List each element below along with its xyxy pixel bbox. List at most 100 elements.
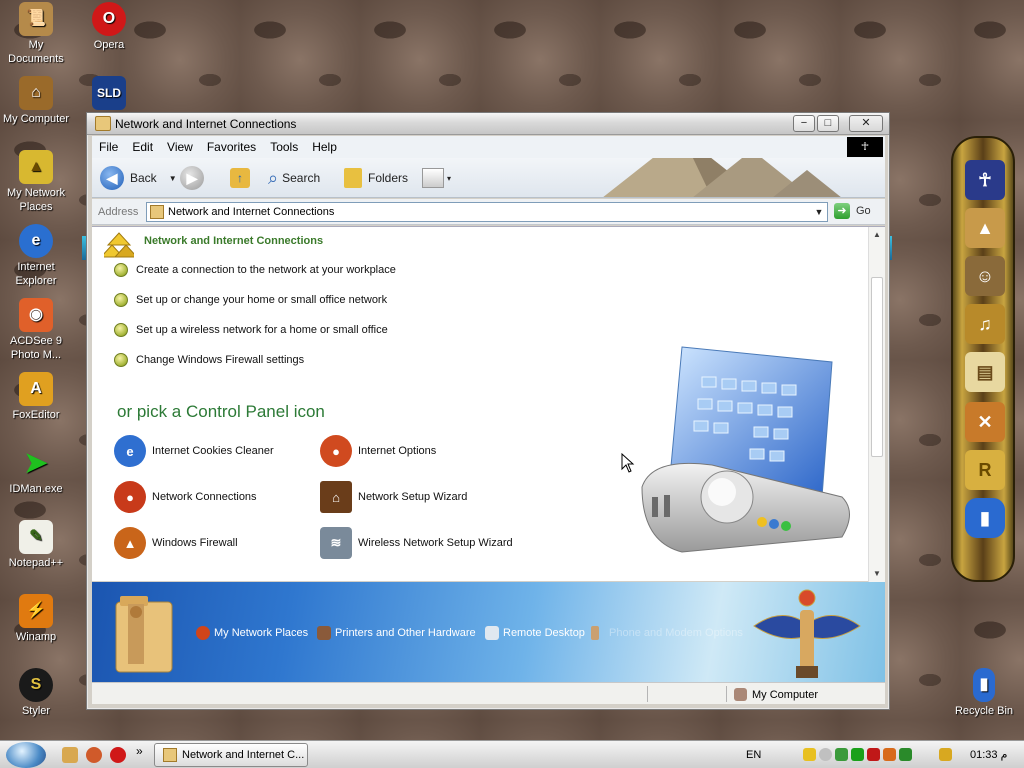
styler-icon: S <box>19 668 53 702</box>
desktop-icon-idman[interactable]: ➤ IDMan.exe <box>0 446 72 496</box>
desktop-icon-label: Styler <box>21 705 51 717</box>
cp-icon-windows-firewall[interactable]: ▲ Windows Firewall <box>114 527 238 559</box>
desktop-icon-label: Recycle Bin <box>954 705 1014 717</box>
tray-antivirus-icon[interactable] <box>867 748 880 761</box>
dock-recycle-icon[interactable]: ▮ <box>965 498 1005 538</box>
address-field[interactable]: Network and Internet Connections ▼ <box>146 202 828 222</box>
desktop-icon-label: ACDSee 9 Photo M... <box>10 335 62 361</box>
search-button[interactable]: ⌕ Search <box>268 165 320 191</box>
windows-throbber-icon: ☥ <box>847 137 883 157</box>
dock-book-icon[interactable]: ▤ <box>965 352 1005 392</box>
cp-icon-network-connections[interactable]: ● Network Connections <box>114 481 257 513</box>
language-indicator[interactable]: EN <box>746 749 761 761</box>
address-dropdown-icon[interactable]: ▼ <box>811 203 827 221</box>
tray-shield-icon[interactable] <box>803 748 816 761</box>
task-label: Set up a wireless network for a home or … <box>136 324 388 336</box>
see-also-my-network-places[interactable]: My Network Places <box>196 626 308 640</box>
tray-download-icon[interactable] <box>883 748 896 761</box>
task-bullet-icon <box>114 323 128 337</box>
see-also-printers-hardware[interactable]: Printers and Other Hardware <box>317 626 476 640</box>
task-link[interactable]: Set up or change your home or small offi… <box>114 293 387 307</box>
forward-arrow-icon: ▶ <box>180 166 204 190</box>
desktop-icon-opera[interactable]: O Opera <box>73 2 145 52</box>
scroll-up-icon[interactable]: ▲ <box>869 227 885 243</box>
menu-favorites[interactable]: Favorites <box>200 136 263 154</box>
tray-play-icon[interactable] <box>851 748 864 761</box>
desktop-icon-winamp[interactable]: ⚡ Winamp <box>0 594 72 644</box>
pharaoh-folder-illustration <box>115 596 173 673</box>
scroll-thumb[interactable] <box>871 277 883 457</box>
clock[interactable]: 01:33 م <box>970 748 1007 761</box>
up-folder-button[interactable]: ↑ <box>230 165 250 191</box>
status-zone: My Computer <box>734 688 818 701</box>
dock-scribe-icon[interactable]: ☺ <box>965 256 1005 296</box>
taskbar-window-button[interactable]: Network and Internet C... <box>154 743 308 767</box>
back-dropdown-icon[interactable]: ▼ <box>169 174 177 183</box>
close-button[interactable]: ✕ <box>849 115 883 132</box>
quicklaunch-chevron[interactable]: » <box>136 744 143 758</box>
pyramids-decoration <box>603 158 841 197</box>
tray-pen-icon[interactable] <box>939 748 952 761</box>
maximize-button[interactable]: □ <box>817 115 839 132</box>
cp-icon-wireless-network-setup-wizard[interactable]: ≋ Wireless Network Setup Wizard <box>320 527 513 559</box>
mouse-cursor-icon <box>621 453 635 473</box>
start-button[interactable] <box>6 742 46 768</box>
menu-edit[interactable]: Edit <box>125 136 160 154</box>
remote-desktop-icon <box>485 626 499 640</box>
task-link[interactable]: Create a connection to the network at yo… <box>114 263 396 277</box>
menu-view[interactable]: View <box>160 136 200 154</box>
desktop-icon-styler[interactable]: S Styler <box>0 668 72 718</box>
task-link[interactable]: Set up a wireless network for a home or … <box>114 323 388 337</box>
go-button[interactable]: ➜ Go <box>834 203 871 219</box>
forward-button[interactable]: ▶ <box>180 165 210 191</box>
cp-label: Windows Firewall <box>152 537 238 549</box>
up-folder-icon: ↑ <box>230 168 250 188</box>
quicklaunch-firefox-icon[interactable] <box>86 747 102 763</box>
go-arrow-icon: ➜ <box>834 203 850 219</box>
desktop-icon-acdsee[interactable]: ◉ ACDSee 9 Photo M... <box>0 298 72 362</box>
task-link[interactable]: Change Windows Firewall settings <box>114 353 304 367</box>
desktop-icon-internet-explorer[interactable]: e Internet Explorer <box>0 224 72 288</box>
pick-icon-heading: or pick a Control Panel icon <box>117 402 325 421</box>
quicklaunch-opera-icon[interactable] <box>110 747 126 763</box>
see-also-remote-desktop[interactable]: Remote Desktop <box>485 626 585 640</box>
views-button[interactable]: ▾ <box>422 165 451 191</box>
dock-r-icon[interactable]: R <box>965 450 1005 490</box>
dock-pyramids-icon[interactable]: ▲ <box>965 208 1005 248</box>
desktop-icon-my-computer[interactable]: ⌂ My Computer <box>0 76 72 126</box>
dock-harp-icon[interactable]: ♫ <box>965 304 1005 344</box>
folder-icon <box>150 205 164 219</box>
menu-file[interactable]: File <box>92 136 125 154</box>
cp-icon-internet-options[interactable]: ● Internet Options <box>320 435 436 467</box>
network-globe-icon: ● <box>114 481 146 513</box>
dock-pharaoh-icon[interactable]: ☥ <box>965 160 1005 200</box>
desktop-icon-my-documents[interactable]: 📜 My Documents <box>0 2 72 66</box>
cp-icon-internet-cookies-cleaner[interactable]: e Internet Cookies Cleaner <box>114 435 274 467</box>
desktop-icon-foxeditor[interactable]: A FoxEditor <box>0 372 72 422</box>
idman-arrow-icon: ➤ <box>24 447 48 478</box>
menu-help[interactable]: Help <box>305 136 344 154</box>
desktop-icon-recycle-bin[interactable]: ▮ Recycle Bin <box>948 668 1020 718</box>
tray-mute-icon[interactable] <box>819 748 832 761</box>
dock-tools-icon[interactable]: ✕ <box>965 402 1005 442</box>
scroll-down-icon[interactable]: ▼ <box>869 566 885 582</box>
taskbar-window-label: Network and Internet C... <box>182 749 305 761</box>
cp-icon-network-setup-wizard[interactable]: ⌂ Network Setup Wizard <box>320 481 467 513</box>
quicklaunch-show-desktop-icon[interactable] <box>62 747 78 763</box>
tray-network-icon[interactable] <box>835 748 848 761</box>
desktop-icon-sld[interactable]: SLD <box>73 76 145 112</box>
tray-battery-icon[interactable] <box>899 748 912 761</box>
back-arrow-icon: ◀ <box>100 166 124 190</box>
folders-button[interactable]: Folders <box>344 165 408 191</box>
desktop-icon-my-network-places[interactable]: ▲ My Network Places <box>0 150 72 214</box>
vertical-scrollbar[interactable]: ▲ ▼ <box>868 227 885 582</box>
desktop-icon-notepadpp[interactable]: ✎ Notepad++ <box>0 520 72 570</box>
title-bar[interactable]: Network and Internet Connections − □ ✕ <box>87 113 889 135</box>
content-pane: Network and Internet Connections Create … <box>92 226 885 582</box>
see-also-phone-modem[interactable]: Phone and Modem Options <box>591 626 743 640</box>
minimize-button[interactable]: − <box>793 115 815 132</box>
back-button[interactable]: ◀ Back ▼ <box>100 165 177 191</box>
menu-tools[interactable]: Tools <box>263 136 305 154</box>
status-separator <box>726 686 727 702</box>
see-also-banner: My Network Places Printers and Other Har… <box>92 582 885 682</box>
